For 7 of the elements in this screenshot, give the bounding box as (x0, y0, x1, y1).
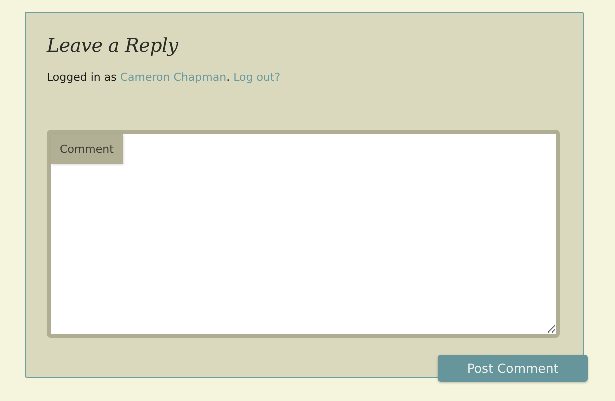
form-title: Leave a Reply (47, 35, 178, 57)
comment-field[interactable] (47, 130, 560, 338)
logout-link[interactable]: Log out? (234, 71, 281, 84)
comment-label: Comment (51, 134, 123, 164)
post-comment-button[interactable]: Post Comment (438, 355, 588, 382)
user-link[interactable]: Cameron Chapman (120, 71, 227, 84)
logged-in-text: Logged in as Cameron Chapman. Log out? (47, 71, 281, 84)
